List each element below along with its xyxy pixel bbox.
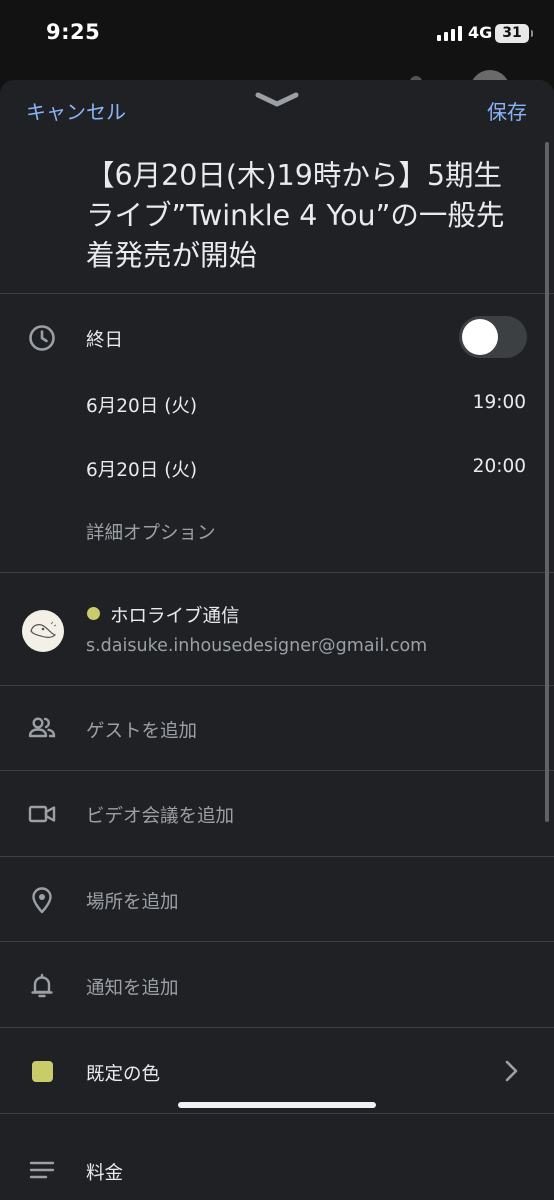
chevron-right-icon — [505, 1060, 518, 1082]
start-date[interactable]: 6月20日 (火) — [86, 392, 197, 418]
add-location-button[interactable]: 場所を追加 — [86, 888, 179, 914]
end-date[interactable]: 6月20日 (火) — [86, 456, 197, 482]
event-color-button[interactable]: 既定の色 — [86, 1060, 160, 1086]
divider — [0, 856, 554, 857]
status-time: 9:25 — [46, 20, 101, 44]
avatar[interactable] — [22, 610, 64, 652]
divider — [0, 572, 554, 573]
divider — [0, 685, 554, 686]
all-day-label: 終日 — [86, 330, 124, 351]
end-time[interactable]: 20:00 — [473, 456, 526, 477]
more-options-link[interactable]: 詳細オプション — [86, 519, 216, 545]
calendar-email: s.daisuke.inhousedesigner@gmail.com — [86, 636, 428, 656]
scrollbar[interactable] — [545, 142, 549, 822]
calendar-name[interactable]: ホロライブ通信 — [110, 602, 240, 628]
battery-icon: 31 — [495, 24, 533, 43]
add-notification-button[interactable]: 通知を追加 — [86, 974, 179, 1000]
description-icon — [24, 1152, 60, 1188]
signal-icon — [437, 26, 462, 41]
location-pin-icon — [24, 882, 60, 918]
chevron-down-icon[interactable] — [254, 90, 300, 110]
add-video-conference-button[interactable]: ビデオ会議を追加 — [86, 802, 234, 828]
bell-icon — [24, 968, 60, 1004]
clock-icon — [24, 320, 60, 356]
event-edit-sheet: キャンセル 保存 【6月20日(木)19時から】5期生ライブ”Twinkle 4… — [0, 80, 554, 1200]
home-indicator[interactable] — [178, 1102, 376, 1108]
status-bar: 9:25 4G 31 — [0, 0, 554, 70]
description-field[interactable]: 料金 — [86, 1159, 123, 1185]
divider — [0, 1113, 554, 1114]
event-title-input[interactable]: 【6月20日(木)19時から】5期生ライブ”Twinkle 4 You”の一般先… — [86, 156, 516, 276]
add-guests-button[interactable]: ゲストを追加 — [86, 717, 197, 743]
divider — [0, 941, 554, 942]
save-button[interactable]: 保存 — [487, 96, 527, 125]
toggle-knob — [462, 319, 498, 355]
divider — [0, 1027, 554, 1028]
all-day-toggle[interactable] — [459, 316, 527, 358]
guests-icon — [24, 710, 60, 746]
network-type: 4G — [468, 23, 493, 42]
start-time[interactable]: 19:00 — [473, 392, 526, 413]
divider — [0, 770, 554, 771]
calendar-color-dot — [87, 607, 100, 620]
divider — [0, 293, 554, 294]
video-icon — [24, 796, 60, 832]
cancel-button[interactable]: キャンセル — [26, 96, 126, 125]
event-color-swatch — [32, 1061, 53, 1082]
